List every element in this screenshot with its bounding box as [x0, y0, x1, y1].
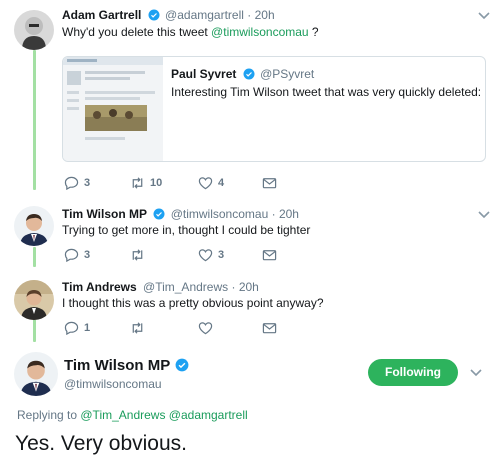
quoted-author-handle: @PSyvret: [260, 67, 315, 81]
like-button[interactable]: 4: [198, 176, 224, 190]
avatar-tim-andrews[interactable]: [14, 280, 54, 320]
replying-to: Replying to @Tim_Andrews @adamgartrell: [17, 408, 248, 422]
chevron-down-icon[interactable]: [478, 211, 490, 219]
tweet-header: Tim Wilson MP @timwilsoncomau · 20h: [62, 207, 299, 221]
tweet-text: Trying to get more in, thought I could b…: [62, 223, 311, 237]
tweet-actions: 3 3: [64, 248, 284, 262]
avatar-tim-wilson[interactable]: [14, 206, 54, 246]
verified-badge-icon: [148, 9, 160, 21]
reply-icon: [64, 176, 79, 190]
reply-count: 3: [84, 249, 91, 261]
tweet-header: Tim Andrews @Tim_Andrews · 20h: [62, 280, 259, 294]
chevron-down-icon[interactable]: [478, 12, 490, 20]
heart-icon: [198, 249, 213, 262]
quoted-tweet-header: Paul Syvret @PSyvret: [171, 67, 314, 81]
message-button[interactable]: [262, 321, 277, 335]
retweet-count: 10: [150, 177, 163, 189]
verified-badge-icon: [243, 68, 255, 80]
main-author-name[interactable]: Tim Wilson MP: [64, 357, 191, 374]
message-button[interactable]: [262, 176, 277, 190]
like-button[interactable]: [198, 321, 218, 335]
tweet-text: Why'd you delete this tweet @timwilsonco…: [62, 25, 319, 39]
main-author-name-text: Tim Wilson MP: [64, 357, 171, 374]
retweet-icon: [132, 177, 143, 189]
reply-icon: [64, 248, 79, 262]
envelope-icon: [262, 250, 277, 261]
verified-badge-icon: [175, 358, 189, 372]
like-count: 3: [218, 249, 225, 261]
heart-icon: [198, 177, 213, 190]
author-name[interactable]: Tim Wilson MP: [62, 207, 147, 221]
replying-mentions[interactable]: @Tim_Andrews @adamgartrell: [80, 408, 247, 422]
tweet-text-suffix: ?: [308, 25, 319, 39]
following-button[interactable]: Following: [368, 359, 458, 386]
avatar-tim-wilson-main[interactable]: [14, 352, 58, 396]
author-name[interactable]: Adam Gartrell: [62, 8, 141, 22]
reply-count: 3: [84, 177, 91, 189]
reply-button[interactable]: 3: [64, 176, 90, 190]
main-author-handle[interactable]: @timwilsoncomau: [64, 377, 162, 391]
envelope-icon: [262, 178, 277, 189]
tweet-timestamp[interactable]: 20h: [239, 280, 259, 294]
retweet-button[interactable]: [130, 321, 150, 335]
author-handle[interactable]: @timwilsoncomau: [171, 207, 269, 221]
reply-button[interactable]: 1: [64, 321, 90, 335]
separator-dot: ·: [271, 207, 276, 221]
heart-icon: [198, 322, 213, 335]
separator-dot: ·: [247, 8, 252, 22]
tweet-actions: 1: [64, 321, 284, 335]
thread-line: [33, 247, 36, 267]
mention-link[interactable]: @timwilsoncomau: [211, 25, 309, 39]
thread-line: [33, 50, 36, 190]
reply-count: 1: [84, 322, 91, 334]
retweet-button[interactable]: [130, 248, 150, 262]
tweet-actions: 3 10 4: [64, 176, 284, 190]
envelope-icon: [262, 323, 277, 334]
avatar-adam-gartrell[interactable]: [14, 10, 54, 50]
like-count: 4: [218, 177, 225, 189]
author-handle[interactable]: @adamgartrell: [165, 8, 244, 22]
tweet-text: I thought this was a pretty obvious poin…: [62, 296, 324, 310]
tweet-header: Adam Gartrell @adamgartrell · 20h: [62, 8, 275, 22]
tweet-timestamp[interactable]: 20h: [279, 207, 299, 221]
quoted-tweet-thumbnail[interactable]: [63, 57, 163, 161]
message-button[interactable]: [262, 248, 277, 262]
reply-icon: [64, 321, 79, 335]
quoted-tweet-card[interactable]: Paul Syvret @PSyvret Interesting Tim Wil…: [62, 56, 486, 162]
retweet-icon: [132, 249, 143, 261]
verified-badge-icon: [153, 208, 165, 220]
author-name[interactable]: Tim Andrews: [62, 280, 137, 294]
separator-dot: ·: [231, 280, 236, 294]
author-handle[interactable]: @Tim_Andrews: [143, 280, 228, 294]
tweet-text-prefix: Why'd you delete this tweet: [62, 25, 212, 39]
main-tweet-text: Yes. Very obvious.: [15, 432, 187, 455]
thread-line: [33, 318, 36, 342]
retweet-button[interactable]: 10: [130, 176, 162, 190]
retweet-icon: [132, 322, 143, 334]
reply-button[interactable]: 3: [64, 248, 90, 262]
replying-prefix: Replying to: [17, 408, 81, 422]
quoted-tweet-text: Interesting Tim Wilson tweet that was ve…: [171, 85, 482, 99]
like-button[interactable]: 3: [198, 248, 224, 262]
quoted-author-name: Paul Syvret: [171, 67, 237, 81]
tweet-timestamp[interactable]: 20h: [255, 8, 275, 22]
chevron-down-icon[interactable]: [470, 369, 482, 377]
